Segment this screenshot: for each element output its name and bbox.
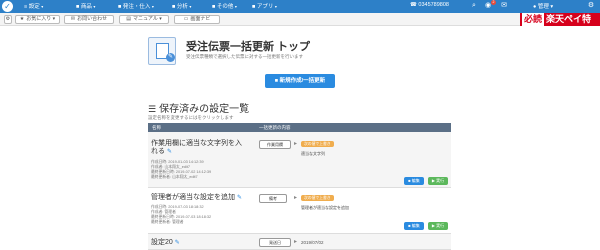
field-pill: 発送日 bbox=[259, 238, 291, 247]
menu-purchase[interactable]: ■ 発注・仕入 ▾ bbox=[118, 2, 154, 10]
section-subtitle: 設定名称を変更するにはをクリックします bbox=[148, 115, 234, 120]
meta-updated-by: 最終更新者: 管理者 bbox=[151, 220, 184, 224]
arrow-right-icon: ▸ bbox=[294, 195, 298, 201]
setting-name-line2: れる bbox=[151, 148, 165, 155]
user-label: 管理 bbox=[537, 4, 549, 10]
navi-label: 画面ナビ bbox=[190, 16, 211, 22]
action-tag: 次の値で上書き bbox=[301, 195, 334, 201]
setting-meta: 作成日時: 2019-07-03 18:18:32 作成者: 管理者 最終更新日… bbox=[151, 205, 211, 225]
field-pill: 作業用欄 bbox=[259, 140, 291, 149]
edit-button[interactable]: ■ 編集 bbox=[404, 177, 424, 185]
menu-products[interactable]: ■ 商品 ▾ bbox=[76, 2, 95, 10]
page-title: 受注伝票一括更新 トップ bbox=[186, 41, 311, 53]
meta-updated-by: 最終更新者: 山本翔太_edit7 bbox=[151, 175, 198, 179]
new-bulk-update-label: 新規作成/一括更新 bbox=[279, 78, 326, 84]
phone-number: ☎ 0345789808 bbox=[410, 2, 449, 8]
promo-banner[interactable]: 必読 楽天ペイ特集 bbox=[520, 13, 600, 37]
menu-products-label: 商品 bbox=[80, 4, 92, 10]
run-label: 実行 bbox=[436, 178, 445, 183]
manual-label: マニュアル bbox=[132, 16, 158, 22]
menu-analysis[interactable]: ■ 分析 ▾ bbox=[172, 2, 191, 10]
table-row: 作業用欄に適当な文字列を入 れる ✎ 作成日時: 2019-01-03 14:12… bbox=[148, 132, 451, 188]
mail-icon[interactable]: ✉ bbox=[500, 2, 508, 10]
menu-other[interactable]: ■ その他 ▾ bbox=[212, 2, 237, 10]
edit-button[interactable]: ■ 編集 bbox=[404, 222, 424, 230]
page-description: 受注伝票種類で選択した伝票に対する一括更新を行います bbox=[186, 54, 303, 59]
menu-analysis-label: 分析 bbox=[176, 4, 188, 10]
logo-icon[interactable]: ✓ bbox=[2, 1, 13, 12]
search-icon[interactable]: ⌕ bbox=[470, 2, 478, 10]
screen-icon: ▭ bbox=[183, 16, 189, 22]
arrow-right-icon: ▸ bbox=[294, 239, 298, 245]
table-row: 管理者が適当な設定を追加 ✎ 作成日時: 2019-07-03 18:18:32… bbox=[148, 188, 451, 234]
setting-name[interactable]: 管理者が適当な設定を追加 ✎ bbox=[151, 194, 242, 202]
favorites-button[interactable]: ★ お気に入り ▾ bbox=[15, 15, 60, 24]
setting-name-line1: 設定20 bbox=[151, 239, 173, 246]
edit-label: 編集 bbox=[411, 178, 420, 183]
setting-name[interactable]: 作業用欄に適当な文字列を入 れる ✎ bbox=[151, 140, 242, 156]
new-bulk-update-button[interactable]: ■ 新規作成/一括更新 bbox=[265, 74, 335, 88]
section-title-text: 保存済みの設定一覧 bbox=[159, 104, 250, 115]
list-icon: ☰ bbox=[148, 104, 157, 114]
bulk-update-icon: ✎ bbox=[148, 37, 176, 65]
action-tag: 次の値で上書き bbox=[301, 141, 334, 147]
date-value: 2019/07/02 bbox=[301, 240, 324, 245]
setting-name-line1: 作業用欄に適当な文字列を入 bbox=[151, 140, 242, 147]
mail-icon: ✉ bbox=[70, 16, 76, 22]
favorites-label: お気に入り bbox=[26, 16, 52, 22]
arrow-right-icon: ▸ bbox=[294, 141, 298, 147]
setting-meta: 作成日時: 2019-01-03 14:12:39 作成者: 山本翔太_edit… bbox=[151, 160, 211, 180]
star-icon: ★ bbox=[19, 16, 25, 22]
pencil-icon: ✎ bbox=[166, 53, 175, 62]
user-menu[interactable]: ● 管理 ▾ bbox=[533, 2, 553, 10]
settings-icon[interactable]: ⚙ bbox=[587, 2, 595, 10]
contact-label: お問い合わせ bbox=[77, 16, 108, 22]
menu-purchase-label: 発注・仕入 bbox=[122, 4, 151, 10]
action-value: 適当な文字列 bbox=[301, 151, 325, 156]
top-nav-bar: ✓ ≡ 設定 ▾ ■ 商品 ▾ ■ 発注・仕入 ▾ ■ 分析 ▾ ■ その他 ▾… bbox=[0, 0, 600, 13]
menu-settings[interactable]: ≡ 設定 ▾ bbox=[24, 2, 43, 10]
run-button[interactable]: ▶ 実行 bbox=[428, 177, 448, 185]
gear-small-button[interactable]: ⚙ bbox=[4, 15, 12, 24]
menu-settings-label: 設定 bbox=[28, 4, 40, 10]
field-pill: 備考 bbox=[259, 194, 287, 203]
setting-name[interactable]: 設定20 ✎ bbox=[151, 239, 180, 247]
book-icon: ▤ bbox=[126, 16, 131, 22]
table-row: 設定20 ✎ 発送日 ▸ 2019/07/02 bbox=[148, 234, 451, 250]
navi-button[interactable]: ▭ 画面ナビ bbox=[174, 15, 220, 24]
run-label: 実行 bbox=[436, 223, 445, 228]
menu-other-label: その他 bbox=[216, 4, 234, 10]
gear-icon: ⚙ bbox=[5, 16, 11, 22]
banner-must-label: 必読 bbox=[522, 13, 545, 26]
manual-button[interactable]: ▤ マニュアル ▾ bbox=[119, 15, 169, 24]
action-value: 管理者が適当な設定を追加 bbox=[301, 205, 349, 210]
section-title: ☰ 保存済みの設定一覧 bbox=[148, 100, 249, 115]
menu-apps[interactable]: ■ アプリ ▾ bbox=[252, 2, 277, 10]
column-header-content: 一括更新の内容 bbox=[259, 125, 291, 130]
run-button[interactable]: ▶ 実行 bbox=[428, 222, 448, 230]
pencil-icon[interactable]: ✎ bbox=[175, 240, 180, 246]
pencil-icon[interactable]: ✎ bbox=[167, 149, 172, 155]
notification-badge: 2 bbox=[491, 0, 496, 5]
edit-label: 編集 bbox=[411, 223, 420, 228]
table-header: 名称 一括更新の内容 bbox=[148, 123, 451, 132]
column-header-name: 名称 bbox=[152, 125, 161, 130]
contact-button[interactable]: ✉ お問い合わせ bbox=[64, 15, 114, 24]
setting-name-line1: 管理者が適当な設定を追加 bbox=[151, 194, 235, 201]
pencil-icon[interactable]: ✎ bbox=[237, 195, 242, 201]
phone-number-text: 0345789808 bbox=[418, 2, 449, 8]
menu-apps-label: アプリ bbox=[256, 4, 274, 10]
sub-toolbar: ⚙ ★ お気に入り ▾ ✉ お問い合わせ ▤ マニュアル ▾ ▭ 画面ナビ bbox=[0, 13, 600, 26]
